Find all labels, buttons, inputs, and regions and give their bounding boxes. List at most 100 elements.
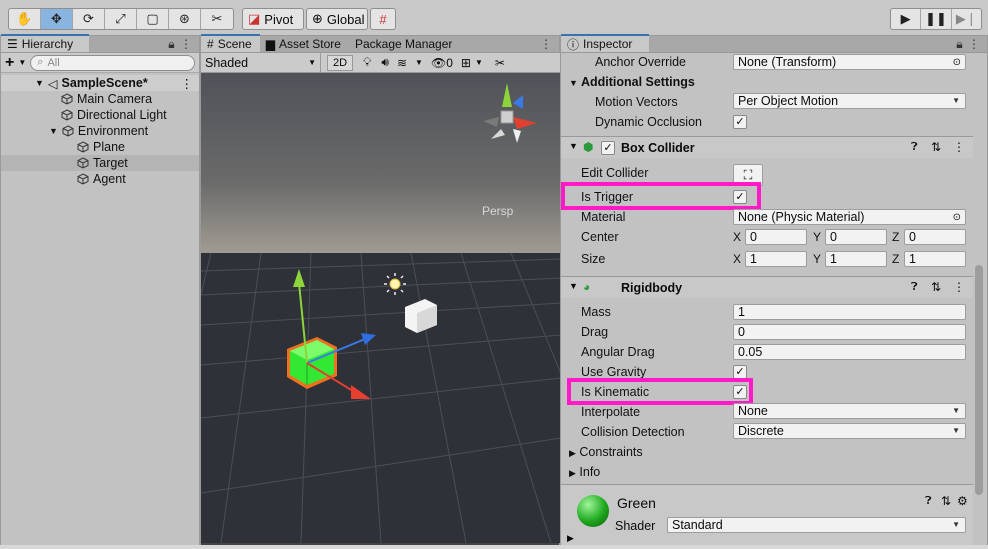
object-picker-icon[interactable]: ⊙ — [953, 57, 961, 68]
center-y-field[interactable]: 0 — [825, 229, 887, 245]
effects-icon[interactable]: ≋ — [397, 56, 407, 70]
physic-material-field[interactable]: None (Physic Material) ⊙ — [733, 209, 966, 225]
preset-icon[interactable]: ⇅ — [931, 280, 941, 294]
custom-tool-icon[interactable]: ✂ — [201, 9, 233, 29]
tab-scene[interactable]: # Scene — [201, 34, 260, 52]
anchor-override-label: Anchor Override — [595, 55, 687, 69]
pause-icon[interactable]: ❚❚ — [921, 9, 952, 29]
gear-icon[interactable]: ⚙ — [957, 494, 968, 508]
additional-settings-foldout[interactable]: ▼ Additional Settings — [569, 75, 695, 89]
pivot-icon: ◪ — [248, 11, 261, 26]
transform-icon[interactable]: ⊛ — [169, 9, 201, 29]
preset-icon[interactable]: ⇅ — [931, 140, 941, 154]
global-toggle[interactable]: ⊕ Global — [306, 8, 368, 30]
use-gravity-checkbox[interactable]: ✓ — [733, 365, 747, 379]
hidden-icon[interactable]: 👁︎ — [431, 56, 446, 70]
box-collider-header[interactable]: ▼ ⬢ ✓ Box Collider ❓︎ ⇅ ⋮ — [561, 136, 973, 158]
gameobject-icon — [77, 157, 89, 169]
material-preview — [577, 495, 609, 527]
chevron-down-icon[interactable]: ▼ — [18, 58, 26, 67]
shader-select[interactable]: Standard — [667, 517, 966, 533]
expand-icon[interactable]: ▼ — [569, 141, 578, 151]
help-icon[interactable]: ❓︎ — [911, 281, 918, 294]
list-item[interactable]: Main Camera — [1, 91, 199, 107]
list-item[interactable]: Directional Light — [1, 107, 199, 123]
tab-package-manager[interactable]: Package Manager — [349, 35, 460, 52]
search-input[interactable]: ⌕ All — [30, 54, 195, 71]
list-item[interactable]: ▼ Environment — [1, 123, 199, 139]
rigidbody-header[interactable]: ▼ ◕ Rigidbody ❓︎ ⇅ ⋮ — [561, 276, 973, 298]
scene-panel: # Scene ▆ Asset Store Package Manager ⋮ … — [140, 34, 632, 549]
component-menu-icon[interactable]: ⋮ — [953, 280, 965, 294]
rotate-icon[interactable]: ⟳ — [73, 9, 105, 29]
audio-icon[interactable]: 🔊︎ — [381, 55, 389, 70]
lock-menu-icon[interactable]: 🔒︎ ⋮ — [956, 37, 981, 52]
add-button[interactable]: + — [5, 54, 14, 72]
collision-detection-select[interactable]: Discrete — [733, 423, 966, 439]
mass-label: Mass — [581, 305, 611, 319]
chevron-down-icon[interactable]: ▼ — [475, 58, 483, 67]
box-collider-enabled-checkbox[interactable]: ✓ — [601, 141, 615, 155]
dynamic-occlusion-checkbox[interactable]: ✓ — [733, 115, 747, 129]
persp-label[interactable]: Persp — [482, 204, 514, 218]
info-foldout[interactable]: ▶ Info — [569, 465, 600, 479]
tab-asset-store[interactable]: ▆ Asset Store — [260, 35, 349, 52]
size-y-field[interactable]: 1 — [825, 251, 887, 267]
center-x-field[interactable]: 0 — [745, 229, 807, 245]
help-icon[interactable]: ❓︎ — [911, 141, 918, 154]
center-z-field[interactable]: 0 — [904, 229, 966, 245]
drag-field[interactable]: 0 — [733, 324, 966, 340]
constraints-foldout[interactable]: ▶ Constraints — [569, 445, 643, 459]
list-item[interactable]: Agent — [1, 171, 199, 187]
chevron-down-icon[interactable]: ▼ — [415, 58, 423, 67]
gameobject-icon — [77, 141, 89, 153]
list-item-label: Plane — [93, 140, 125, 154]
scale-icon[interactable]: ⤢ — [105, 9, 137, 29]
expand-icon[interactable]: ▼ — [35, 78, 44, 88]
inspector-scrollbar[interactable] — [975, 265, 983, 495]
play-icon[interactable]: ▶ — [891, 9, 922, 29]
scene-viewport[interactable]: Persp — [140, 73, 632, 544]
preset-icon[interactable]: ⇅ — [941, 494, 951, 508]
angular-drag-field[interactable]: 0.05 — [733, 344, 966, 360]
scene-root[interactable]: ▼ ◁ SampleScene* ⋮ — [1, 75, 199, 91]
help-icon[interactable]: ❓︎ — [925, 495, 932, 508]
draw-mode-select[interactable]: Shaded ▼ — [201, 52, 321, 73]
lock-menu-icon[interactable]: 🔒︎ ⋮ — [168, 37, 193, 52]
edit-collider-button[interactable]: ⛶ — [733, 164, 763, 186]
is-kinematic-checkbox[interactable]: ✓ — [733, 385, 747, 399]
scene-menu-icon[interactable]: ⋮ — [181, 76, 194, 91]
step-icon[interactable]: ▶❘ — [952, 9, 981, 29]
move-icon[interactable]: ✥ — [41, 9, 73, 29]
snap-button[interactable]: # — [370, 8, 396, 30]
hand-icon[interactable]: ✋ — [9, 9, 41, 29]
collapsed-icon[interactable]: ▶ — [567, 533, 574, 544]
component-menu-icon[interactable]: ⋮ — [953, 140, 965, 154]
center-x-value: 0 — [750, 230, 757, 244]
expand-icon[interactable]: ▼ — [569, 281, 578, 291]
pivot-toggle[interactable]: ◪ Pivot — [242, 8, 304, 30]
lighting-icon[interactable]: 💡︎ — [363, 55, 371, 70]
2d-toggle[interactable]: 2D — [327, 54, 353, 71]
size-x-field[interactable]: 1 — [745, 251, 807, 267]
camera-grid-icon[interactable]: ⊞ — [461, 56, 471, 70]
list-item-label: Directional Light — [77, 108, 167, 122]
rect-icon[interactable]: ▢ — [137, 9, 169, 29]
search-icon: ⌕ — [37, 56, 44, 68]
object-picker-icon[interactable]: ⊙ — [953, 212, 961, 223]
tab-inspector[interactable]: ⓘ Inspector — [561, 34, 649, 52]
anchor-override-field[interactable]: None (Transform) ⊙ — [733, 54, 966, 70]
additional-settings-label: Additional Settings — [580, 75, 695, 89]
is-trigger-checkbox[interactable]: ✓ — [733, 190, 747, 204]
mass-field[interactable]: 1 — [733, 304, 966, 320]
gizmos-icon[interactable]: ✂ — [495, 56, 505, 70]
interpolate-select[interactable]: None — [733, 403, 966, 419]
hierarchy-toolbar: + ▼ ⌕ All — [1, 53, 199, 73]
list-item[interactable]: Target — [1, 155, 199, 171]
tab-hierarchy[interactable]: ☰ Hierarchy — [1, 34, 89, 52]
scene-menu-icon[interactable]: ⋮ — [540, 37, 553, 51]
list-item[interactable]: Plane — [1, 139, 199, 155]
expand-icon[interactable]: ▼ — [49, 126, 58, 136]
size-z-field[interactable]: 1 — [904, 251, 966, 267]
motion-vectors-select[interactable]: Per Object Motion — [733, 93, 966, 109]
